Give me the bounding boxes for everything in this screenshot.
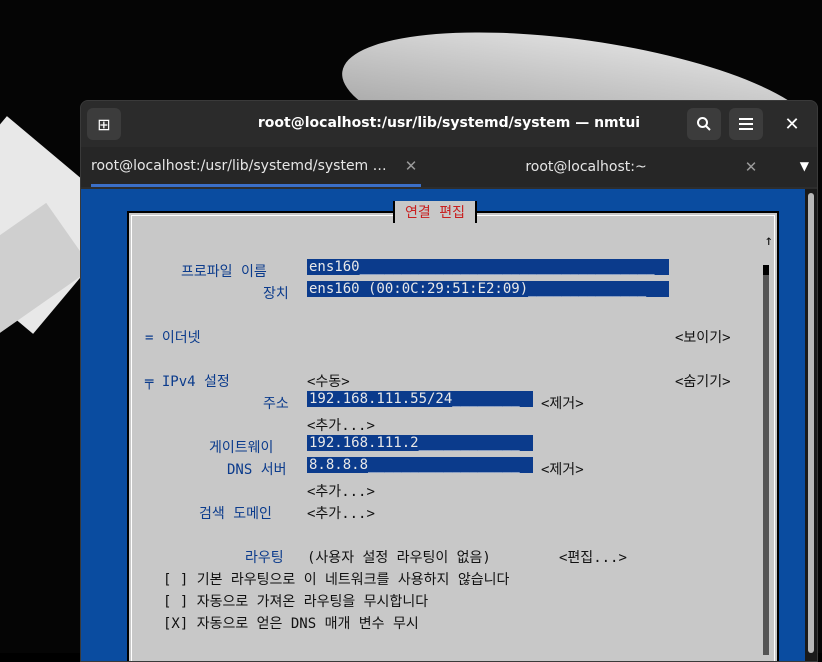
edit-connection-dialog: 연결 편집 ↑ 프로파일 이름 ens160__________________… (127, 201, 779, 661)
dialog-scrollbar[interactable] (763, 265, 769, 655)
terminal-scrollbar[interactable] (805, 189, 817, 661)
tab-label: root@localhost:/usr/lib/systemd/system … (91, 157, 387, 174)
menu-icon (739, 118, 753, 130)
close-tab-icon[interactable]: ✕ (741, 158, 761, 176)
ethernet-show-button[interactable]: <보이기> (675, 327, 731, 347)
close-tab-icon[interactable]: ✕ (401, 157, 421, 175)
tab-label: root@localhost:~ (525, 159, 647, 175)
routing-value: (사용자 설정 라우팅이 없음) (307, 550, 491, 566)
ignore-auto-routes-checkbox[interactable]: [ ] 자동으로 가져온 라우팅을 무시합니다 (163, 591, 428, 611)
tab-dropdown-icon[interactable]: ▼ (800, 159, 809, 173)
tab-bar: root@localhost:/usr/lib/systemd/system …… (81, 147, 817, 187)
tab-home[interactable]: root@localhost:~ ✕ (431, 147, 761, 187)
ethernet-section-label: = 이더넷 (145, 330, 201, 346)
search-domain-label: 검색 도메인 (199, 506, 272, 522)
dialog-scroll-knob[interactable] (763, 265, 769, 275)
device-label: 장치 (263, 286, 289, 302)
ipv4-mode-button[interactable]: <수동> (307, 371, 350, 391)
address-label: 주소 (263, 396, 289, 412)
ignore-auto-dns-checkbox[interactable]: [X] 자동으로 얻은 DNS 매개 변수 무시 (163, 613, 419, 633)
ipv4-section-label: ╤ IPv4 설정 (145, 374, 230, 390)
add-address-button[interactable]: <추가...> (307, 415, 375, 435)
routing-label: 라우팅 (245, 550, 284, 566)
dialog-title: 연결 편집 (393, 201, 477, 223)
add-dns-button[interactable]: <추가...> (307, 481, 375, 501)
close-icon: ✕ (784, 113, 800, 135)
address-input[interactable]: 192.168.111.55/24________ (307, 391, 533, 407)
ipv4-hide-button[interactable]: <숨기기> (675, 371, 731, 391)
terminal-window: ⊞ root@localhost:/usr/lib/systemd/system… (80, 100, 818, 662)
scrollbar-thumb[interactable] (808, 193, 814, 653)
search-button[interactable] (687, 108, 721, 140)
add-search-domain-button[interactable]: <추가...> (307, 503, 375, 523)
scroll-up-icon[interactable]: ↑ (765, 233, 773, 249)
profile-name-input[interactable]: ens160__________________________________… (307, 259, 669, 275)
gateway-input[interactable]: 192.168.111.2____________ (307, 435, 533, 451)
search-icon (697, 117, 711, 131)
remove-address-button[interactable]: <제거> (541, 393, 584, 413)
title-bar: ⊞ root@localhost:/usr/lib/systemd/system… (81, 101, 817, 147)
gateway-label: 게이트웨이 (209, 440, 274, 456)
device-input[interactable]: ens160 (00:0C:29:51:E2:09)______________ (307, 281, 669, 297)
tab-systemd[interactable]: root@localhost:/usr/lib/systemd/system …… (91, 147, 421, 187)
profile-name-label: 프로파일 이름 (181, 264, 267, 280)
never-default-checkbox[interactable]: [ ] 기본 라우팅으로 이 네트워크를 사용하지 않습니다 (163, 569, 509, 589)
remove-dns-button[interactable]: <제거> (541, 459, 584, 479)
close-window-button[interactable]: ✕ (777, 109, 807, 139)
dns-input[interactable]: 8.8.8.8__________________ (307, 457, 533, 473)
edit-routing-button[interactable]: <편집...> (559, 547, 627, 567)
terminal-content[interactable]: 연결 편집 ↑ 프로파일 이름 ens160__________________… (81, 189, 817, 661)
dns-label: DNS 서버 (227, 462, 287, 478)
menu-button[interactable] (729, 108, 763, 140)
